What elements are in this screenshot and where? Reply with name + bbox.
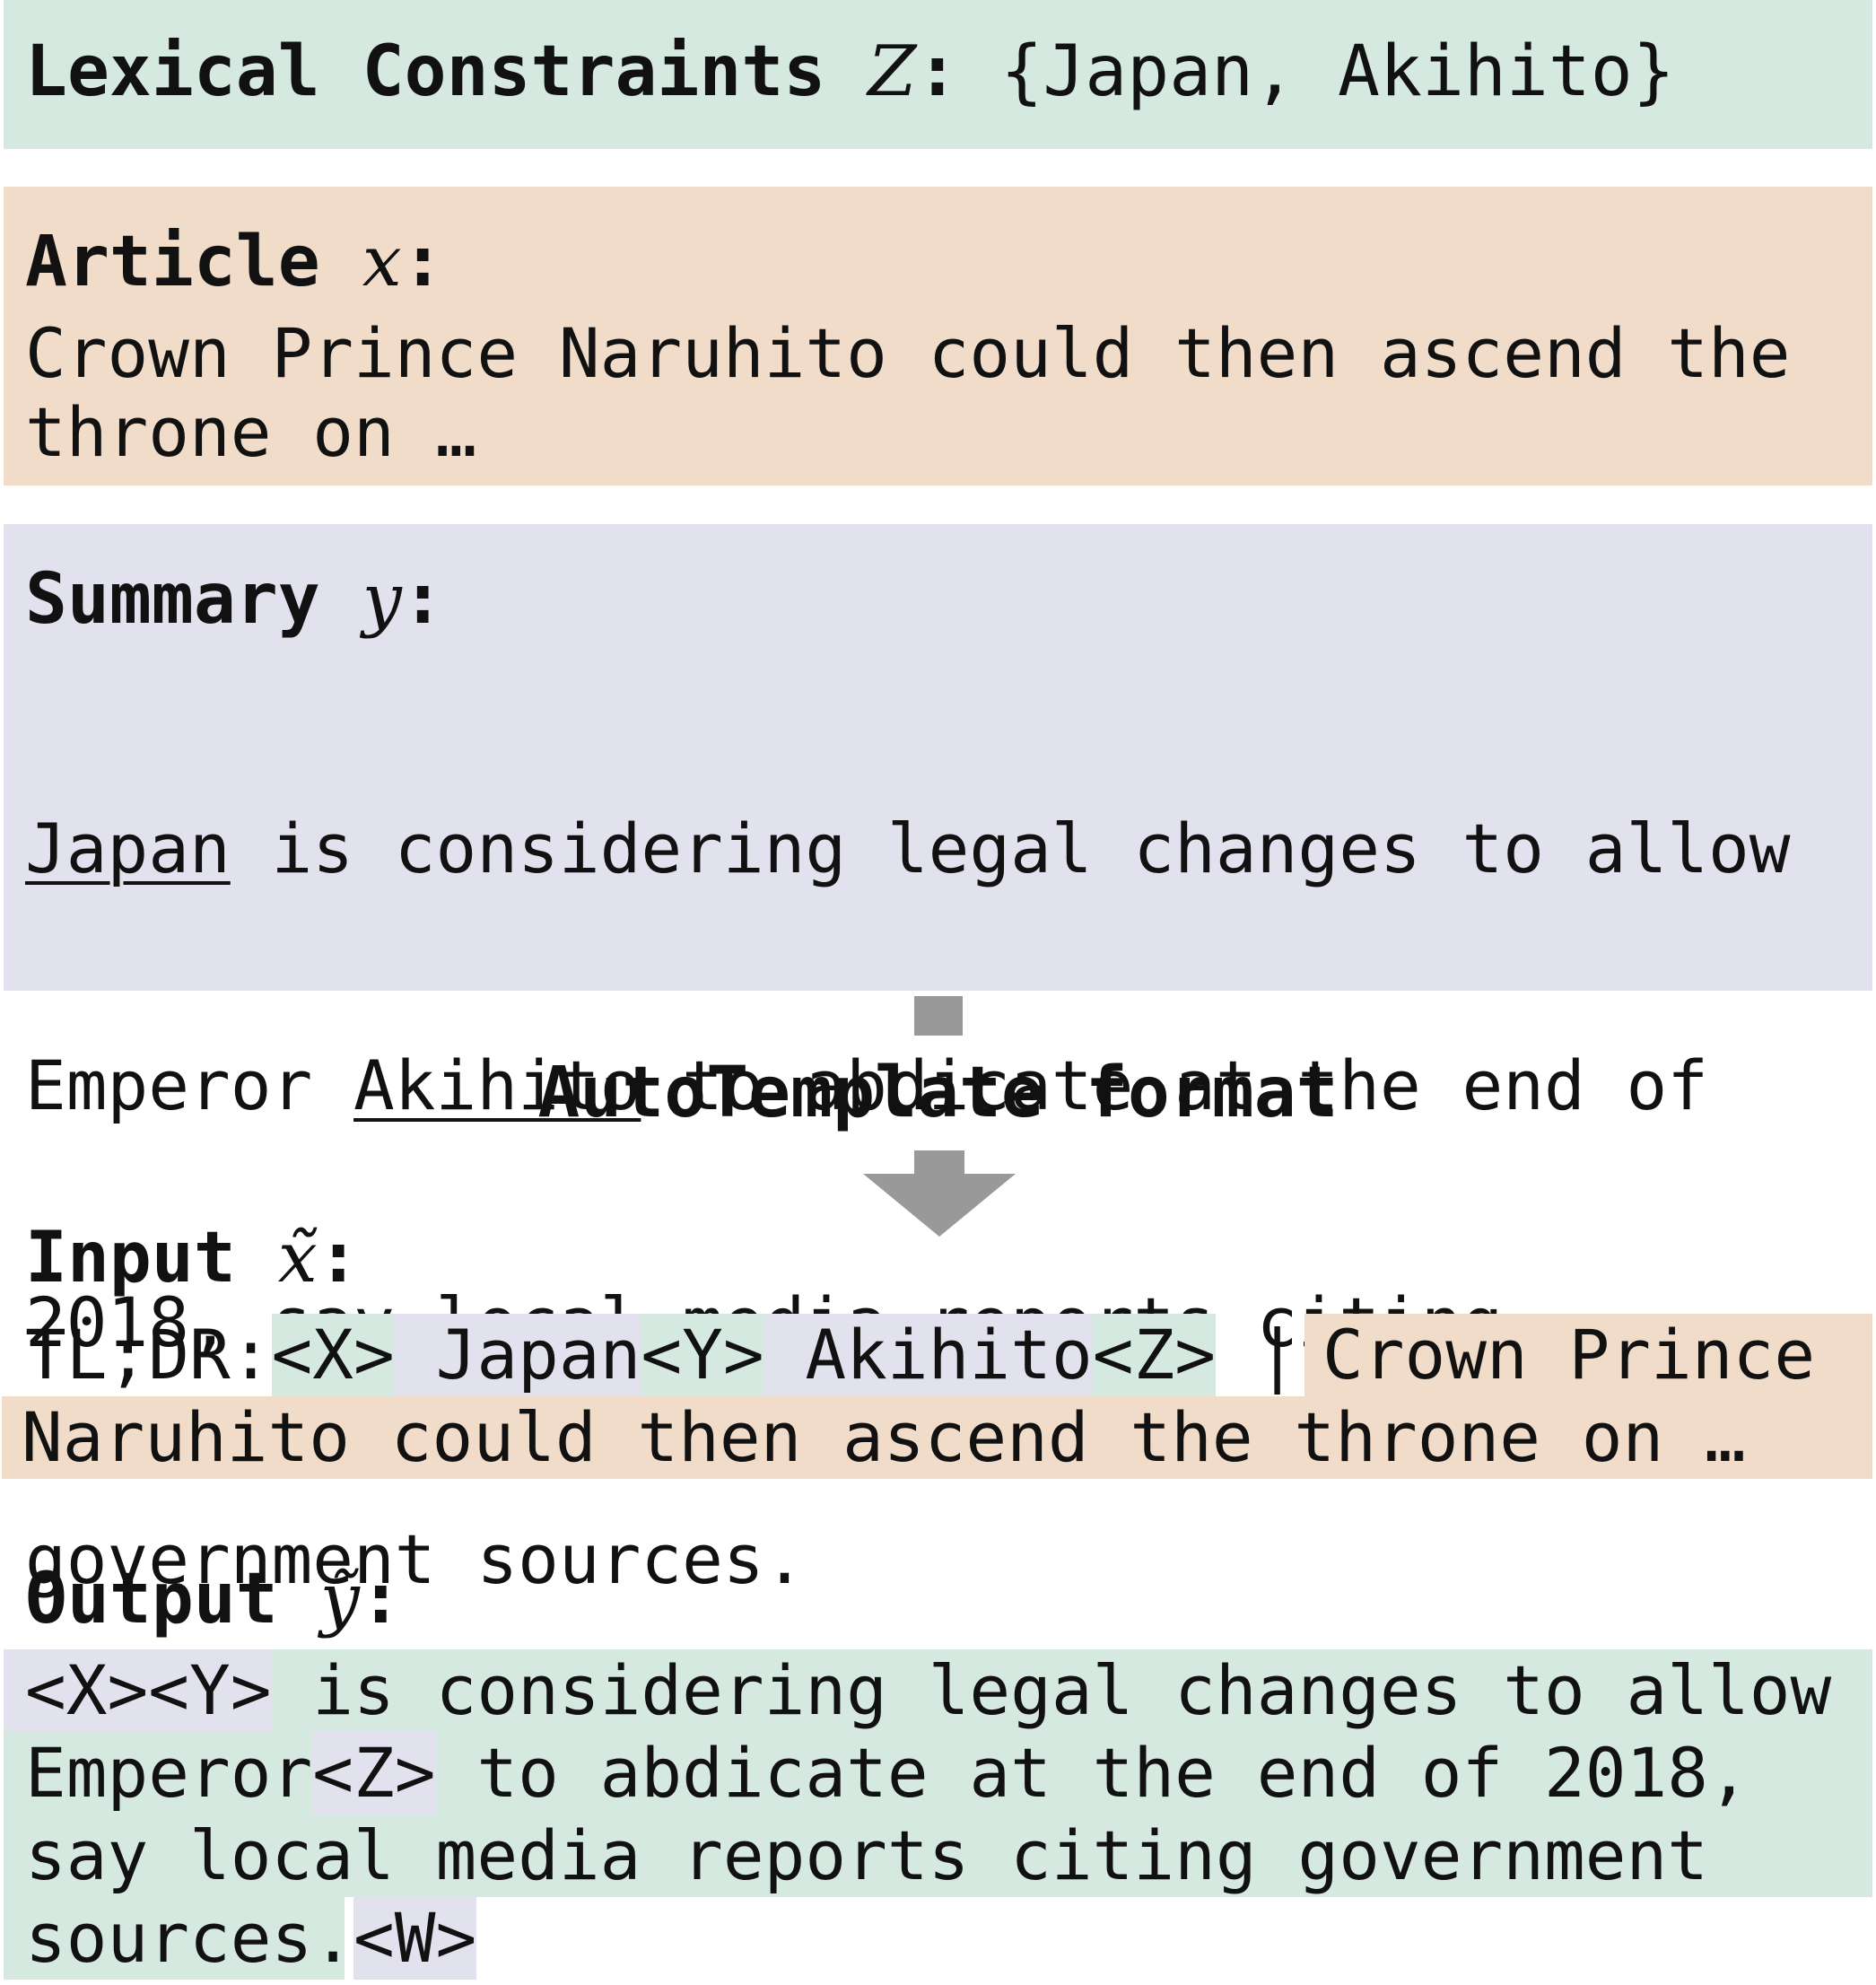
article-line: Crown Prince Naruhito could then ascend …	[25, 313, 1791, 393]
article-text: Crown Prince Naruhito could then ascend …	[25, 314, 1791, 472]
output-line: <X><Y> is considering legal changes to a…	[4, 1649, 1831, 1732]
summary-label: Summary	[25, 559, 320, 640]
arrow-stem	[914, 996, 963, 1036]
summary-symbol: y	[362, 559, 402, 640]
segment-akihito: Akihito	[763, 1314, 1093, 1396]
constraint-japan: Japan	[25, 809, 231, 888]
output-line: Emperor<Z> to abdicate at the end of 201…	[25, 1732, 1749, 1814]
summary-line: Japan is considering legal changes to al…	[25, 809, 1791, 888]
article-symbol: x	[362, 222, 402, 302]
token-xy: <X><Y>	[4, 1649, 272, 1732]
article-box: Article x: Crown Prince Naruhito could t…	[4, 187, 1872, 485]
constraints-value: {Japan, Akihito}	[1000, 31, 1675, 112]
segment-japan: Japan	[394, 1314, 641, 1396]
transform-label: AutoTemplate format	[537, 1053, 1339, 1133]
input-heading: Input x̃:	[25, 1219, 360, 1298]
constraints-colon: :	[916, 31, 959, 112]
token-x: <X>	[271, 1314, 395, 1396]
article-colon: :	[401, 222, 444, 302]
output-colon: :	[359, 1559, 402, 1640]
input-line-1: TL;DR:<X> Japan<Y> Akihito<Z> |	[25, 1314, 1339, 1396]
constraints-box: Lexical Constraints Z: {Japan, Akihito}	[4, 0, 1872, 149]
token-z: <Z>	[312, 1732, 436, 1814]
input-colon: :	[317, 1218, 360, 1299]
article-label: Article	[25, 222, 320, 302]
arrow-down-icon	[863, 1150, 1016, 1237]
output-line: sources.<W>	[25, 1897, 477, 1980]
summary-colon: :	[401, 559, 444, 640]
input-prefix: TL;DR:	[25, 1315, 272, 1395]
token-y: <Y>	[641, 1314, 764, 1396]
article-heading: Article x:	[25, 223, 444, 302]
output-symbol: ỹ	[319, 1559, 360, 1640]
output-heading: Output ỹ:	[25, 1560, 402, 1639]
summary-box: Summary y: Japan is considering legal ch…	[4, 524, 1872, 1599]
input-article-part-2: Naruhito could then ascend the throne on…	[2, 1396, 1872, 1479]
constraints-heading: Lexical Constraints Z: {Japan, Akihito}	[25, 32, 1675, 111]
constraints-symbol: Z	[868, 31, 917, 112]
output-line: say local media reports citing governmen…	[25, 1815, 1708, 1895]
constraints-label: Lexical Constraints	[25, 31, 826, 112]
input-article-part-1: Crown Prince	[1304, 1314, 1872, 1396]
output-label: Output	[25, 1559, 278, 1640]
article-line: throne on …	[25, 392, 477, 472]
input-symbol: x̃	[277, 1218, 318, 1299]
token-w: <W>	[353, 1897, 477, 1980]
summary-heading: Summary y:	[25, 560, 444, 639]
token-z: <Z>	[1092, 1314, 1216, 1396]
input-label: Input	[25, 1218, 236, 1299]
output-block: <X><Y> is considering legal changes to a…	[4, 1649, 1872, 1980]
